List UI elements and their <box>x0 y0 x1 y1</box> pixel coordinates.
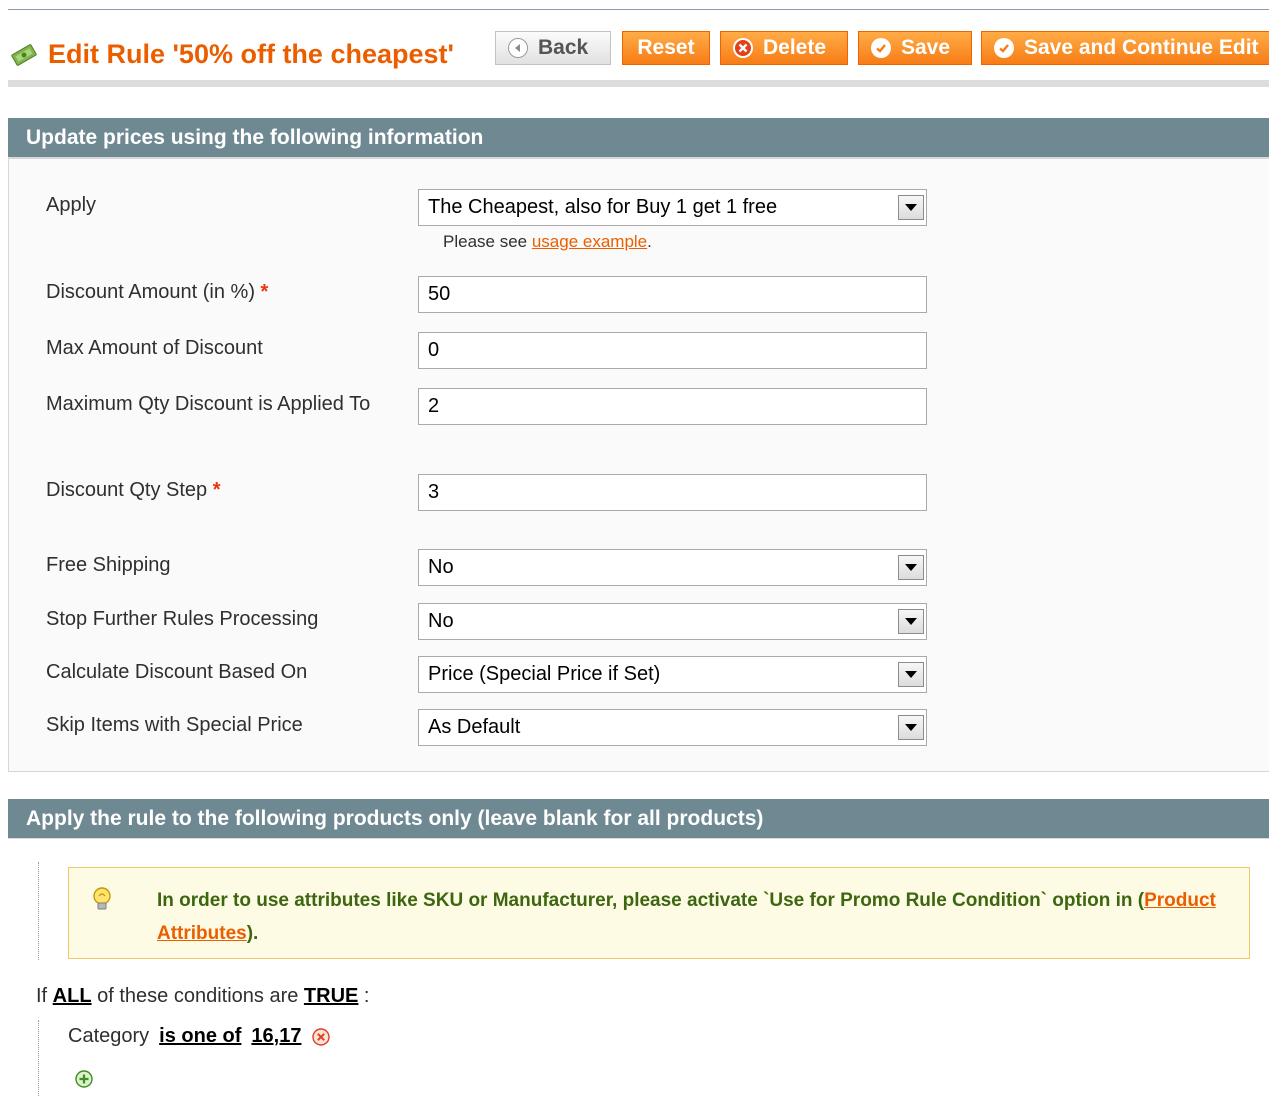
max-qty-label: Maximum Qty Discount is Applied To <box>46 393 371 415</box>
required-marker: * <box>212 479 221 501</box>
if-text: If <box>36 985 53 1007</box>
header-divider <box>8 80 1269 87</box>
free-shipping-select[interactable]: No <box>418 549 927 586</box>
max-amount-input[interactable]: 0 <box>418 332 927 369</box>
max-amount-label: Max Amount of Discount <box>46 337 263 359</box>
qty-step-label-text: Discount Qty Step <box>46 479 208 501</box>
skip-special-select[interactable]: As Default <box>418 709 927 746</box>
usage-note-text: Please see <box>443 232 532 251</box>
notice-message: In order to use attributes like SKU or M… <box>157 890 1145 911</box>
chevron-down-icon <box>898 195 924 220</box>
qty-step-input[interactable]: 3 <box>418 474 927 511</box>
save-and-continue-label: Save and Continue Edit <box>1024 36 1259 59</box>
usage-example-link[interactable]: usage example <box>532 232 647 251</box>
save-button-label: Save <box>901 36 951 59</box>
check-icon <box>994 38 1014 58</box>
tree-guide <box>38 862 39 960</box>
delete-button-label: Delete <box>763 36 827 59</box>
actions-fieldset: Apply The Cheapest, also for Buy 1 get 1… <box>8 158 1269 772</box>
condition-operator[interactable]: is one of <box>159 1025 241 1048</box>
section-heading-conditions[interactable]: Apply the rule to the following products… <box>8 799 1269 839</box>
skip-special-value: As Default <box>428 716 521 738</box>
conditions-header: If ALL of these conditions are TRUE : <box>36 985 370 1008</box>
section-heading-text: Apply the rule to the following products… <box>26 806 764 830</box>
max-qty-value: 2 <box>428 395 440 417</box>
back-button[interactable]: Back <box>495 31 611 65</box>
back-button-label: Back <box>538 36 589 59</box>
qty-step-value: 3 <box>428 481 440 503</box>
delete-button[interactable]: Delete <box>720 31 848 65</box>
rule-tag-icon <box>11 44 37 66</box>
chevron-down-icon <box>898 555 924 580</box>
notice-suffix: ). <box>246 923 259 944</box>
usage-note: Please see usage example. <box>443 232 652 252</box>
apply-label: Apply <box>46 194 97 216</box>
discount-amount-value: 50 <box>428 283 451 305</box>
lightbulb-icon <box>93 887 111 910</box>
tree-guide <box>38 1020 39 1096</box>
apply-select[interactable]: The Cheapest, also for Buy 1 get 1 free <box>418 189 927 226</box>
reset-button-label: Reset <box>637 36 695 59</box>
calc-based-on-select[interactable]: Price (Special Price if Set) <box>418 656 927 693</box>
save-and-continue-button[interactable]: Save and Continue Edit <box>981 31 1269 65</box>
aggregator-toggle[interactable]: ALL <box>53 985 92 1007</box>
discount-amount-label: Discount Amount (in %) * <box>46 276 391 309</box>
usage-note-suffix: . <box>647 232 652 251</box>
qty-step-label: Discount Qty Step * <box>46 474 391 507</box>
check-icon <box>871 38 891 58</box>
attribute-notice: In order to use attributes like SKU or M… <box>68 867 1250 959</box>
section-heading-text: Update prices using the following inform… <box>26 125 484 149</box>
page-title: Edit Rule '50% off the cheapest' <box>48 39 454 69</box>
delete-x-icon <box>733 38 753 58</box>
value-toggle[interactable]: TRUE <box>304 985 358 1007</box>
calc-based-on-value: Price (Special Price if Set) <box>428 663 661 685</box>
chevron-down-icon <box>898 609 924 634</box>
discount-amount-label-text: Discount Amount (in %) <box>46 281 255 303</box>
remove-condition-icon[interactable] <box>311 1027 331 1047</box>
free-shipping-label: Free Shipping <box>46 554 171 576</box>
calc-based-on-label: Calculate Discount Based On <box>46 661 308 683</box>
stop-rules-label: Stop Further Rules Processing <box>46 608 319 630</box>
conditions-suffix: : <box>358 985 370 1007</box>
notice-text: In order to use attributes like SKU or M… <box>157 884 1242 950</box>
max-qty-input[interactable]: 2 <box>418 388 927 425</box>
max-amount-value: 0 <box>428 339 440 361</box>
skip-special-label: Skip Items with Special Price <box>46 714 303 736</box>
apply-select-value: The Cheapest, also for Buy 1 get 1 free <box>428 196 778 218</box>
stop-rules-value: No <box>428 610 454 632</box>
chevron-down-icon <box>898 715 924 740</box>
discount-amount-input[interactable]: 50 <box>418 276 927 313</box>
conditions-middle-text: of these conditions are <box>91 985 304 1007</box>
condition-attribute: Category <box>68 1025 150 1047</box>
add-condition-icon[interactable] <box>74 1069 94 1089</box>
reset-button[interactable]: Reset <box>622 31 710 65</box>
condition-item: Category is one of 16,17 <box>68 1025 331 1048</box>
free-shipping-value: No <box>428 556 454 578</box>
section-heading-actions[interactable]: Update prices using the following inform… <box>8 118 1269 158</box>
stop-rules-select[interactable]: No <box>418 603 927 640</box>
save-button[interactable]: Save <box>858 31 972 65</box>
chevron-down-icon <box>898 662 924 687</box>
page-header: Edit Rule '50% off the cheapest' Back Re… <box>8 26 1269 82</box>
condition-value[interactable]: 16,17 <box>251 1025 301 1048</box>
back-arrow-icon <box>508 38 528 58</box>
required-marker: * <box>260 281 269 303</box>
top-divider <box>8 9 1269 10</box>
